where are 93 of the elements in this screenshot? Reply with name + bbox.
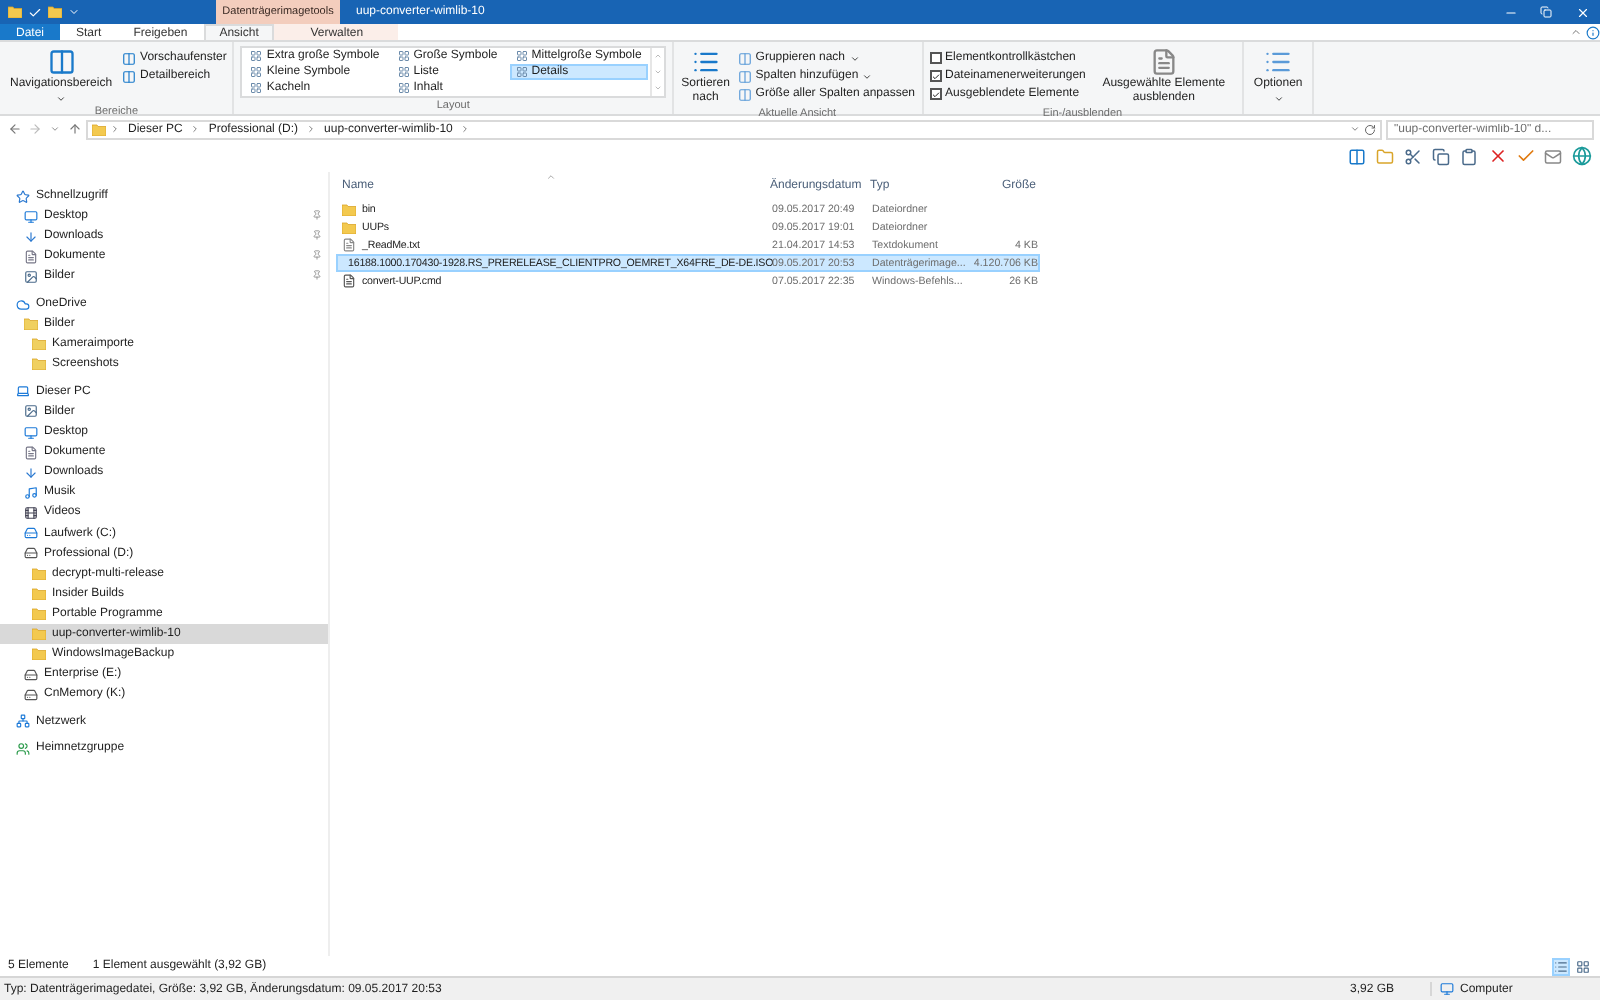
recent-button[interactable] xyxy=(46,124,62,134)
list-icon xyxy=(1554,959,1568,973)
help-icon xyxy=(1585,25,1599,39)
details-view-button[interactable] xyxy=(1552,957,1570,975)
pin-icon[interactable] xyxy=(312,270,322,281)
options-icon xyxy=(1264,48,1293,76)
drive-icon xyxy=(24,667,38,682)
document-icon xyxy=(1149,48,1178,76)
folder-icon xyxy=(8,6,22,18)
chevron-icon xyxy=(110,124,120,134)
globe-button[interactable] xyxy=(1570,144,1592,168)
refresh-icon xyxy=(1364,123,1376,135)
script-file-icon xyxy=(342,274,356,288)
document-icon xyxy=(24,445,38,460)
pin-icon[interactable] xyxy=(312,230,322,241)
mail-icon xyxy=(1544,147,1562,165)
globe-icon xyxy=(1571,146,1591,166)
caret-icon xyxy=(56,93,67,104)
up-arrow-icon xyxy=(67,122,81,136)
folder-icon xyxy=(92,123,106,135)
panes-icon xyxy=(1348,147,1366,165)
cloud-icon xyxy=(16,297,30,312)
check-icon xyxy=(1515,146,1535,166)
pin-icon[interactable] xyxy=(312,210,322,221)
folder-icon xyxy=(1376,147,1394,165)
back-button[interactable] xyxy=(6,122,22,136)
star-icon xyxy=(16,189,30,204)
copy-button[interactable] xyxy=(1430,144,1452,168)
panes-toolbar-button[interactable] xyxy=(1346,144,1368,168)
view-icon xyxy=(397,66,410,78)
chevron-icon xyxy=(306,124,317,134)
view-icon xyxy=(250,50,263,62)
paste-button[interactable] xyxy=(1458,144,1480,168)
chevron-icon xyxy=(190,124,201,134)
sort-columns-icon xyxy=(691,48,720,76)
text-file-icon xyxy=(342,238,356,252)
music-note-icon xyxy=(24,485,38,500)
grid-icon xyxy=(1576,959,1590,973)
columns-icon xyxy=(737,69,752,83)
sort-caret-icon xyxy=(546,172,556,182)
view-icon xyxy=(250,66,263,78)
close-icon xyxy=(1575,5,1589,19)
pane-icon xyxy=(122,51,137,65)
checkbox[interactable] xyxy=(929,52,942,64)
copy-icon xyxy=(1432,147,1450,165)
help-button[interactable] xyxy=(1584,24,1600,40)
document-icon xyxy=(24,249,38,264)
caret-icon xyxy=(68,6,80,18)
computer-icon xyxy=(1440,982,1454,996)
collapse-ribbon-button[interactable] xyxy=(1568,24,1584,40)
scissors-icon xyxy=(1404,147,1422,165)
caret-icon xyxy=(1570,26,1582,38)
checkbox[interactable] xyxy=(929,88,942,100)
caret-icon xyxy=(49,124,59,134)
pane-icon xyxy=(122,69,137,83)
monitor-icon xyxy=(24,209,38,224)
pin-icon[interactable] xyxy=(312,250,322,261)
drive-icon xyxy=(24,526,38,541)
people-icon xyxy=(16,741,30,756)
view-icon xyxy=(397,82,410,94)
computer-icon xyxy=(16,384,30,399)
download-arrow-icon xyxy=(24,465,38,480)
caret-icon xyxy=(1273,93,1284,104)
monitor-icon xyxy=(24,425,38,440)
restore-icon xyxy=(1540,6,1552,18)
picture-icon xyxy=(24,269,38,284)
drive-icon xyxy=(24,687,38,702)
forward-button[interactable] xyxy=(26,122,42,136)
delete-button[interactable] xyxy=(1486,144,1508,168)
folder-icon xyxy=(48,6,62,18)
columns-icon xyxy=(737,51,752,65)
view-icon xyxy=(515,50,528,62)
up-button[interactable] xyxy=(66,122,82,136)
dropdown-icon xyxy=(1350,124,1360,134)
back-arrow-icon xyxy=(7,122,21,136)
clipboard-icon xyxy=(1460,147,1478,165)
forward-arrow-icon xyxy=(27,122,41,136)
columns-icon xyxy=(737,87,752,101)
view-icon xyxy=(515,66,528,78)
pane-icon xyxy=(47,48,76,76)
cut-button[interactable] xyxy=(1402,144,1424,168)
download-arrow-icon xyxy=(24,229,38,244)
film-icon xyxy=(24,505,38,520)
drive-icon xyxy=(24,546,38,561)
view-icon xyxy=(250,82,263,94)
checkbox[interactable] xyxy=(929,70,942,82)
delete-icon xyxy=(1487,146,1507,166)
network-icon xyxy=(16,714,30,729)
tiles-view-button[interactable] xyxy=(1574,957,1592,975)
view-icon xyxy=(397,50,410,62)
chevron-icon xyxy=(460,124,471,134)
mail-button[interactable] xyxy=(1542,144,1564,168)
picture-icon xyxy=(24,404,38,419)
